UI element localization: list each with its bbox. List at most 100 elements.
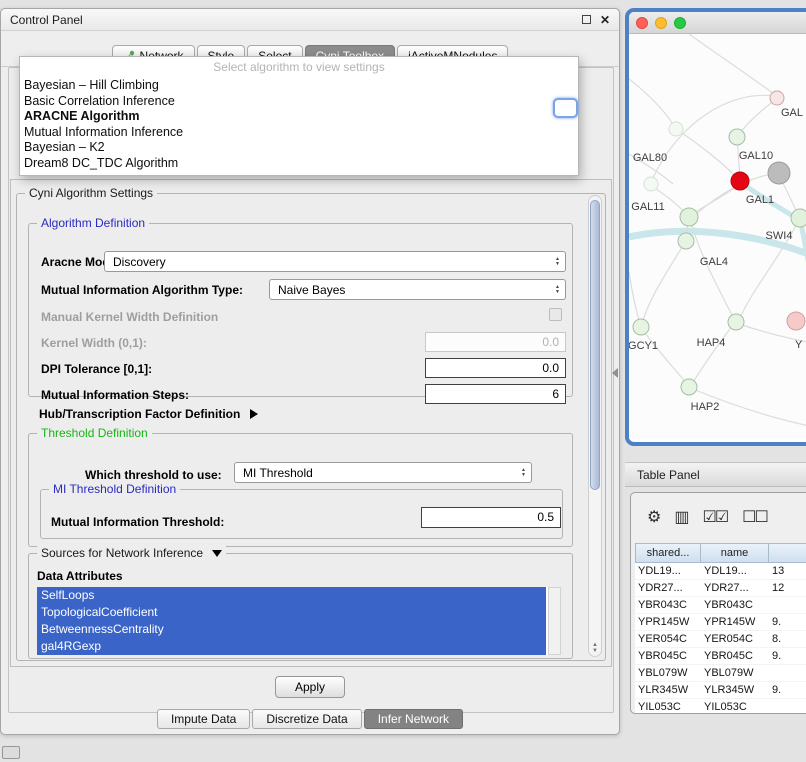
table-cell: YIL053C: [701, 701, 769, 713]
table-cell: YBL079W: [635, 667, 701, 679]
graph-node[interactable]: [770, 91, 784, 105]
apply-button[interactable]: Apply: [275, 676, 345, 698]
mi-threshold-label: Mutual Information Threshold:: [51, 515, 224, 529]
zoom-traffic-light[interactable]: [674, 17, 686, 29]
graph-node-label: SWI4: [766, 230, 793, 242]
table-cell: YPR145W: [635, 616, 701, 628]
graph-node[interactable]: [644, 177, 658, 191]
algorithm-option-bayesian-k2[interactable]: Bayesian – K2: [20, 140, 578, 156]
settings-scrollbar-thumb[interactable]: [590, 200, 600, 490]
algorithm-option-bayesian-hill-climbing[interactable]: Bayesian – Hill Climbing: [20, 78, 578, 94]
column-header-shared[interactable]: shared...: [635, 543, 701, 563]
attribute-item-selfloops[interactable]: SelfLoops: [37, 587, 546, 604]
tab-impute-data[interactable]: Impute Data: [157, 709, 250, 729]
which-threshold-select[interactable]: MI Threshold ▲▼: [234, 462, 532, 483]
hub-transcription-factor-expander[interactable]: Hub/Transcription Factor Definition: [39, 407, 258, 421]
data-attributes-scrollbar[interactable]: [548, 587, 561, 655]
table-row[interactable]: YBR043CYBR043C: [635, 597, 806, 614]
graph-node[interactable]: [791, 209, 806, 227]
algorithm-option-aracne-algorithm[interactable]: ARACNE Algorithm: [20, 109, 578, 125]
algorithm-option-dream8-dc-tdc-algorithm[interactable]: Dream8 DC_TDC Algorithm: [20, 156, 578, 172]
graph-node[interactable]: [681, 379, 697, 395]
panel-collapse-handle[interactable]: [612, 368, 618, 378]
combo-arrows-icon: ▲▼: [555, 257, 560, 267]
minimize-traffic-light[interactable]: [655, 17, 667, 29]
graph-node[interactable]: [787, 312, 805, 330]
graph-node[interactable]: [728, 314, 744, 330]
graph-node[interactable]: [768, 162, 790, 184]
attribute-item-gal4rgexp[interactable]: gal4RGexp: [37, 638, 546, 655]
mi-steps-label: Mutual Information Steps:: [41, 388, 189, 402]
attribute-item-topologicalcoefficient[interactable]: TopologicalCoefficient: [37, 604, 546, 621]
graph-node-label: GAL80: [633, 152, 667, 164]
scrollbar-arrows-icon[interactable]: ▲▼: [589, 642, 601, 654]
dpi-tolerance-field[interactable]: 0.0: [425, 358, 566, 378]
table-cell: YBL079W: [701, 667, 769, 679]
window-title: Control Panel: [10, 13, 83, 27]
graph-edge: [692, 325, 733, 384]
graph-edge: [643, 330, 687, 384]
tab-discretize-data[interactable]: Discretize Data: [252, 709, 361, 729]
algorithm-combo-button[interactable]: [553, 98, 578, 118]
column-header-name[interactable]: name: [701, 543, 769, 563]
mi-threshold-field[interactable]: 0.5: [421, 507, 561, 528]
table-cell: YBR045C: [701, 650, 769, 662]
deselect-all-icon[interactable]: ☐☐: [742, 510, 767, 526]
graph-edge: [629, 79, 674, 126]
graph-node[interactable]: [729, 129, 745, 145]
graph-node[interactable]: [678, 233, 694, 249]
table-cell: 9.: [769, 616, 806, 628]
table-cell: YBR043C: [635, 599, 701, 611]
data-attributes-list[interactable]: SelfLoopsTopologicalCoefficientBetweenne…: [37, 587, 561, 655]
table-row[interactable]: YDL19...YDL19...13: [635, 563, 806, 580]
float-window-icon[interactable]: [582, 15, 591, 24]
hub-transcription-factor-label: Hub/Transcription Factor Definition: [39, 407, 240, 421]
gear-icon[interactable]: ⚙: [647, 510, 659, 526]
close-traffic-light[interactable]: [636, 17, 648, 29]
mi-algorithm-type-select[interactable]: Naive Bayes ▲▼: [269, 279, 566, 300]
sources-group-toggle[interactable]: Sources for Network Inference: [37, 546, 226, 560]
table-row[interactable]: YDR27...YDR27...12: [635, 580, 806, 597]
table-cell: YDL19...: [635, 565, 701, 577]
table-cell: 8.: [769, 633, 806, 645]
network-canvas[interactable]: GALGAL80GAL10GAL11GAL1SWI4GAL4GCY1HAP4YH…: [629, 34, 806, 439]
table-row[interactable]: YBL079WYBL079W: [635, 665, 806, 682]
graph-edge: [689, 34, 774, 94]
graph-node-label: GAL: [781, 107, 803, 119]
table-cell: YIL053C: [635, 701, 701, 713]
graph-node[interactable]: [669, 122, 683, 136]
select-all-icon[interactable]: ☑☑: [702, 510, 727, 526]
algorithm-option-basic-correlation-inference[interactable]: Basic Correlation Inference: [20, 94, 578, 110]
network-window-titlebar[interactable]: [629, 12, 806, 34]
combo-arrows-icon: ▲▼: [521, 468, 526, 478]
graph-node[interactable]: [633, 319, 649, 335]
algorithm-option-mutual-information-inference[interactable]: Mutual Information Inference: [20, 125, 578, 141]
table-row[interactable]: YPR145WYPR145W9.: [635, 614, 806, 631]
table-row[interactable]: YLR345WYLR345W9.: [635, 682, 806, 699]
combo-arrows-icon: ▲▼: [555, 285, 560, 295]
minimized-panel-icon[interactable]: [2, 746, 20, 759]
node-table: shared...name YDL19...YDL19...13YDR27...…: [635, 543, 806, 713]
attribute-item-betweennesscentrality[interactable]: BetweennessCentrality: [37, 621, 546, 638]
graph-edge: [676, 129, 737, 178]
close-window-icon[interactable]: ✕: [600, 15, 610, 25]
algorithm-option-list: Bayesian – Hill ClimbingBasic Correlatio…: [20, 78, 578, 171]
graph-node[interactable]: [680, 208, 698, 226]
group-title: Algorithm Definition: [37, 216, 149, 230]
manual-kernel-width-checkbox: [549, 308, 562, 321]
desktop: Control Panel ✕ NetworkStyleSelectCyni T…: [0, 0, 806, 762]
table-row[interactable]: YIL053CYIL053C: [635, 699, 806, 714]
table-row[interactable]: YER054CYER054C8.: [635, 631, 806, 648]
mi-algorithm-type-value: Naive Bayes: [278, 283, 345, 297]
table-cell: YER054C: [701, 633, 769, 645]
columns-icon[interactable]: ▥: [674, 510, 687, 526]
aracne-mode-select[interactable]: Discovery ▲▼: [104, 251, 566, 272]
mi-steps-field[interactable]: 6: [425, 384, 566, 404]
network-graph[interactable]: GALGAL80GAL10GAL11GAL1SWI4GAL4GCY1HAP4YH…: [629, 34, 806, 444]
group-title: MI Threshold Definition: [49, 482, 180, 496]
settings-scrollbar[interactable]: ▲▼: [588, 195, 602, 657]
column-header-2[interactable]: [769, 543, 806, 563]
tab-infer-network[interactable]: Infer Network: [364, 709, 463, 729]
table-row[interactable]: YBR045CYBR045C9.: [635, 648, 806, 665]
graph-node[interactable]: [731, 172, 749, 190]
